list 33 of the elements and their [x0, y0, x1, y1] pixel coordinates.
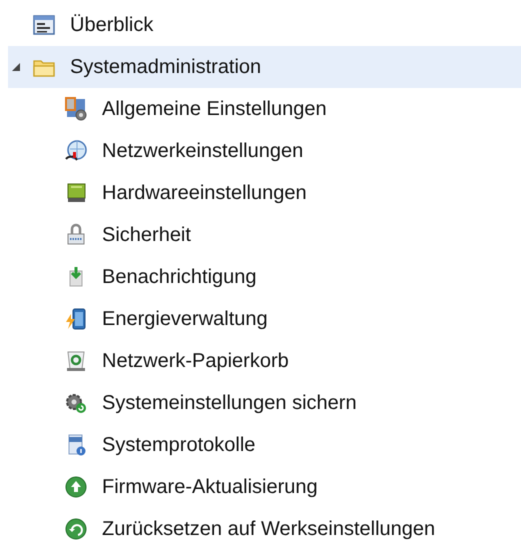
tree-item-label: Überblick	[70, 13, 154, 38]
tree-item[interactable]: Netzwerk-Papierkorb	[8, 340, 521, 382]
tree-item[interactable]: Überblick	[8, 4, 521, 46]
tree-item-label: Zurücksetzen auf Werkseinstellungen	[102, 517, 436, 542]
tree-item[interactable]: Allgemeine Einstellungen	[8, 88, 521, 130]
tree-item-label: Netzwerkeinstellungen	[102, 139, 304, 164]
gear-backup-icon	[64, 391, 88, 415]
overview-list-icon	[32, 13, 56, 37]
tree-item[interactable]: Systemeinstellungen sichern	[8, 382, 521, 424]
tree-item-label: Systemeinstellungen sichern	[102, 391, 357, 416]
tree-item[interactable]: Energieverwaltung	[8, 298, 521, 340]
settings-panel-icon	[64, 97, 88, 121]
tree-item[interactable]: Zurücksetzen auf Werkseinstellungen	[8, 508, 521, 545]
tree-item[interactable]: Benachrichtigung	[8, 256, 521, 298]
expanded-triangle-icon[interactable]	[12, 63, 20, 71]
tree-item[interactable]: Netzwerkeinstellungen	[8, 130, 521, 172]
tree-item[interactable]: Hardwareeinstellungen	[8, 172, 521, 214]
tree-item-label: Benachrichtigung	[102, 265, 257, 290]
tree-item-label: Systemprotokolle	[102, 433, 256, 458]
tree-item[interactable]: Systemadministration	[8, 46, 521, 88]
tree-item-label: Netzwerk-Papierkorb	[102, 349, 289, 374]
globe-network-icon	[64, 139, 88, 163]
tree-item-label: Energieverwaltung	[102, 307, 268, 332]
recycle-bin-icon	[64, 349, 88, 373]
tree-item[interactable]: Firmware-Aktualisierung	[8, 466, 521, 508]
tree-item[interactable]: Systemprotokolle	[8, 424, 521, 466]
tree-item-label: Sicherheit	[102, 223, 191, 248]
tree-item-label: Hardwareeinstellungen	[102, 181, 307, 206]
tree-item[interactable]: Sicherheit	[8, 214, 521, 256]
tree-item-label: Allgemeine Einstellungen	[102, 97, 327, 122]
tree-item-label: Systemadministration	[70, 55, 262, 80]
battery-lightning-icon	[64, 307, 88, 331]
tree-item-label: Firmware-Aktualisierung	[102, 475, 318, 500]
